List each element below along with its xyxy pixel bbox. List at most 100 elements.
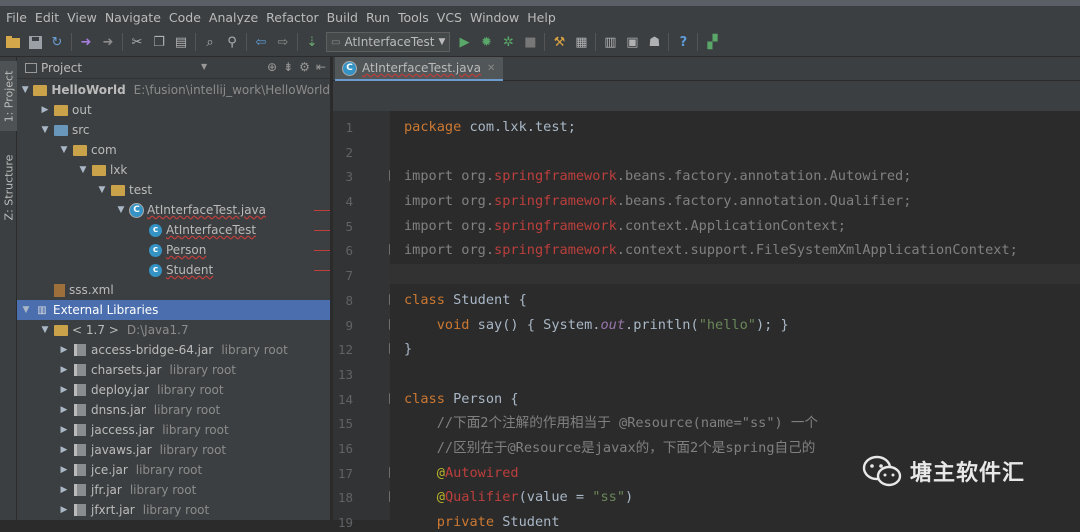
find-icon[interactable]: ⌕ xyxy=(199,31,221,53)
expand-arrow-icon[interactable]: ▼ xyxy=(21,85,29,95)
tree-item[interactable]: ▶ jce.jar library root xyxy=(17,460,330,480)
tree-item[interactable]: ▶ out xyxy=(17,100,330,120)
open-icon[interactable] xyxy=(2,31,24,53)
menu-analyze[interactable]: Analyze xyxy=(205,10,262,25)
collapse-arrow-icon[interactable]: ▶ xyxy=(59,445,69,455)
tree-item[interactable]: sss.xml xyxy=(17,280,330,300)
collapse-arrow-icon[interactable]: ▶ xyxy=(59,365,69,375)
collapse-arrow-icon[interactable]: ▶ xyxy=(59,425,69,435)
vcs-icon[interactable]: ▞ xyxy=(701,31,723,53)
menu-help[interactable]: Help xyxy=(523,10,560,25)
chevron-down-icon[interactable]: ▼ xyxy=(201,62,207,71)
tree-item[interactable]: c Person xyxy=(17,240,330,260)
copy-icon[interactable]: ❐ xyxy=(148,31,170,53)
avd-icon[interactable]: ▣ xyxy=(621,31,643,53)
android-icon[interactable]: ☗ xyxy=(643,31,665,53)
tree-item[interactable]: ▶ jaccess.jar library root xyxy=(17,420,330,440)
collapse-arrow-icon[interactable]: ▶ xyxy=(59,485,69,495)
tree-item[interactable]: ▼ src xyxy=(17,120,330,140)
coverage-icon[interactable]: ✲ xyxy=(497,31,519,53)
help-icon[interactable]: ? xyxy=(672,31,694,53)
tree-item[interactable]: ▼ test xyxy=(17,180,330,200)
menu-vcs[interactable]: VCS xyxy=(433,10,466,25)
menu-build[interactable]: Build xyxy=(323,10,362,25)
run-icon[interactable]: ▶ xyxy=(453,31,475,53)
menu-file[interactable]: File xyxy=(2,10,31,25)
jar-icon xyxy=(73,383,87,397)
paste-icon[interactable]: ▤ xyxy=(170,31,192,53)
run-configuration-select[interactable]: ▭ AtInterfaceTest ▼ xyxy=(326,32,451,52)
make-icon[interactable]: ⇣ xyxy=(301,31,323,53)
sdk-icon[interactable]: ▥ xyxy=(599,31,621,53)
libraries-icon: ▥ xyxy=(37,304,47,316)
jar-icon xyxy=(73,423,87,437)
class-icon: c xyxy=(149,243,162,257)
tree-item[interactable]: ▼ < 1.7 > D:\Java1.7 xyxy=(17,320,330,340)
menu-view[interactable]: View xyxy=(63,10,101,25)
collapse-all-icon[interactable]: ⇟ xyxy=(283,60,293,74)
tab-atinterfacetest-java[interactable]: C AtInterfaceTest.java ✕ xyxy=(335,57,504,81)
menu-navigate[interactable]: Navigate xyxy=(101,10,165,25)
tree-item[interactable]: ▶ jfxrt.jar library root xyxy=(17,500,330,520)
tab-project[interactable]: 1: Project xyxy=(0,61,17,131)
run-config-label: AtInterfaceTest xyxy=(344,35,435,49)
expand-arrow-icon[interactable]: ▼ xyxy=(116,205,126,215)
save-icon[interactable] xyxy=(24,31,46,53)
collapse-arrow-icon[interactable]: ▶ xyxy=(40,105,50,115)
cut-icon[interactable]: ✂ xyxy=(126,31,148,53)
gear-icon[interactable]: ⚙ xyxy=(299,60,310,74)
jar-shape xyxy=(74,424,86,436)
line-number: 2 xyxy=(345,145,353,160)
code-line-14: class Person { xyxy=(404,391,519,407)
scroll-from-source-icon[interactable]: ⊕ xyxy=(267,60,277,74)
forward-icon[interactable]: ⇨ xyxy=(272,31,294,53)
tree-item[interactable]: ▶ javaws.jar library root xyxy=(17,440,330,460)
collapse-arrow-icon[interactable]: ▶ xyxy=(59,505,69,515)
tree-item[interactable]: ▼ ▥ External Libraries xyxy=(17,300,330,320)
expand-arrow-icon[interactable]: ▼ xyxy=(40,325,50,335)
expand-arrow-icon[interactable]: ▼ xyxy=(59,145,69,155)
close-icon[interactable]: ✕ xyxy=(487,63,495,74)
jar-icon xyxy=(73,503,87,517)
tree-item[interactable]: c Student xyxy=(17,260,330,280)
collapse-arrow-icon[interactable]: ▶ xyxy=(59,405,69,415)
settings-icon[interactable]: ⚒ xyxy=(548,31,570,53)
tree-item[interactable]: ▶ deploy.jar library root xyxy=(17,380,330,400)
menu-edit[interactable]: Edit xyxy=(31,10,63,25)
tree-item[interactable]: ▼ C AtInterfaceTest.java xyxy=(17,200,330,220)
redo-icon[interactable]: ➜ xyxy=(97,31,119,53)
undo-icon[interactable]: ➜ xyxy=(75,31,97,53)
replace-icon[interactable]: ⚲ xyxy=(221,31,243,53)
tree-item[interactable]: ▼ lxk xyxy=(17,160,330,180)
project-panel-title[interactable]: Project xyxy=(41,61,82,75)
tree-item[interactable]: ▼ HelloWorld E:\fusion\intellij_work\Hello… xyxy=(17,80,330,100)
menu-window[interactable]: Window xyxy=(466,10,523,25)
expand-arrow-icon[interactable]: ▼ xyxy=(97,185,107,195)
tab-structure[interactable]: Z: Structure xyxy=(0,147,17,227)
tree-item[interactable]: ▼ com xyxy=(17,140,330,160)
sync-icon[interactable]: ↻ xyxy=(46,31,68,53)
tree-item[interactable]: ▶ charsets.jar library root xyxy=(17,360,330,380)
expand-arrow-icon[interactable]: ▼ xyxy=(21,305,31,315)
menu-run[interactable]: Run xyxy=(362,10,394,25)
tree-item[interactable]: ▶ access-bridge-64.jar library root xyxy=(17,340,330,360)
back-icon[interactable]: ⇦ xyxy=(250,31,272,53)
collapse-arrow-icon[interactable]: ▶ xyxy=(59,465,69,475)
menu-code[interactable]: Code xyxy=(165,10,205,25)
collapse-arrow-icon[interactable]: ▶ xyxy=(59,385,69,395)
line-number: 19 xyxy=(337,515,353,530)
tree-item[interactable]: c AtInterfaceTest xyxy=(17,220,330,240)
collapse-arrow-icon[interactable]: ▶ xyxy=(59,345,69,355)
expand-arrow-icon[interactable]: ▼ xyxy=(40,125,50,135)
line-number: 3 xyxy=(345,169,353,184)
hide-panel-icon[interactable]: ⇤ xyxy=(316,60,326,74)
expand-arrow-icon[interactable]: ▼ xyxy=(78,165,88,175)
stop-icon[interactable]: ■ xyxy=(519,31,541,53)
menu-tools[interactable]: Tools xyxy=(394,10,433,25)
debug-icon[interactable]: ✹ xyxy=(475,31,497,53)
tree-item[interactable]: ▶ jfr.jar library root xyxy=(17,480,330,500)
tree-item-path: library root xyxy=(221,343,288,357)
project-structure-icon[interactable]: ▦ xyxy=(570,31,592,53)
menu-refactor[interactable]: Refactor xyxy=(262,10,322,25)
tree-item[interactable]: ▶ dnsns.jar library root xyxy=(17,400,330,420)
